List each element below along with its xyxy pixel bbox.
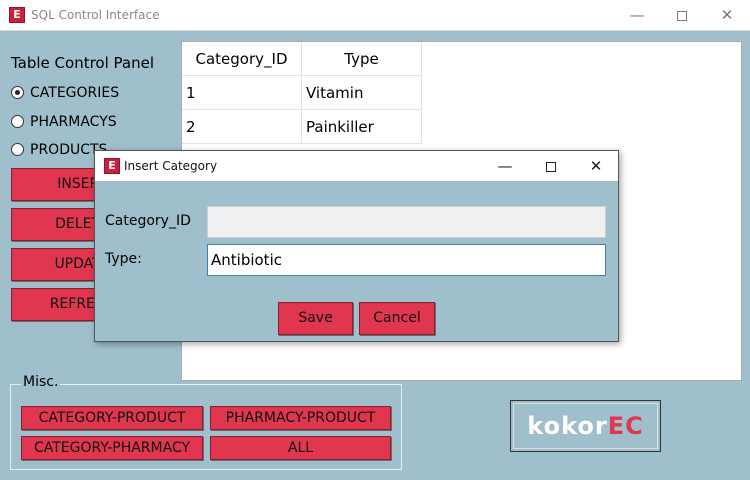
insert-category-dialog: E Insert Category — ✕ Category_ID Type: … — [94, 150, 619, 342]
close-icon: ✕ — [589, 157, 603, 175]
radio-label: CATEGORIES — [30, 85, 120, 101]
dialog-title: Insert Category — [124, 159, 218, 173]
dialog-app-icon: E — [104, 158, 120, 174]
radio-circle-icon — [11, 143, 24, 156]
dialog-close-button[interactable]: ✕ — [573, 151, 619, 181]
logo-text: kokorEC — [513, 403, 658, 449]
table-cell[interactable]: 1 — [182, 76, 302, 110]
window-titlebar: E SQL Control Interface — ✕ — [0, 0, 750, 31]
category-pharmacy-button[interactable]: CATEGORY-PHARMACY — [21, 436, 203, 460]
type-label: Type: — [105, 251, 142, 267]
category-id-label: Category_ID — [105, 213, 191, 229]
maximize-icon — [546, 161, 556, 172]
minimize-icon: — — [629, 6, 645, 24]
close-button[interactable]: ✕ — [704, 0, 750, 31]
table-cell[interactable]: 2 — [182, 110, 302, 144]
type-field[interactable]: Antibiotic — [207, 244, 606, 276]
category-product-button[interactable]: CATEGORY-PRODUCT — [21, 406, 203, 430]
table-cell[interactable]: Vitamin — [302, 76, 422, 110]
maximize-button[interactable] — [659, 0, 705, 31]
close-icon: ✕ — [720, 6, 734, 24]
dialog-maximize-button[interactable] — [528, 151, 574, 181]
radio-selected-dot — [15, 90, 20, 95]
logo: kokorEC — [510, 400, 661, 452]
app-icon: E — [9, 7, 25, 23]
logo-part2: EC — [607, 412, 644, 440]
panel-title: Table Control Panel — [11, 54, 155, 72]
radio-circle-icon — [11, 115, 24, 128]
save-button[interactable]: Save — [278, 302, 353, 335]
radio-circle-icon — [11, 86, 24, 99]
minimize-icon: — — [497, 157, 513, 175]
table-cell[interactable]: Painkiller — [302, 110, 422, 144]
radio-label: PHARMACYS — [30, 114, 117, 130]
window-title: SQL Control Interface — [31, 8, 160, 22]
column-header-category-id[interactable]: Category_ID — [182, 42, 302, 76]
dialog-minimize-button[interactable]: — — [482, 151, 528, 181]
all-button[interactable]: ALL — [210, 436, 391, 460]
minimize-button[interactable]: — — [614, 0, 660, 31]
maximize-icon — [677, 10, 687, 21]
column-header-type[interactable]: Type — [302, 42, 422, 76]
dialog-titlebar: E Insert Category — ✕ — [95, 151, 618, 181]
misc-label: Misc. — [21, 374, 61, 390]
category-id-field — [207, 206, 606, 238]
pharmacy-product-button[interactable]: PHARMACY-PRODUCT — [210, 406, 391, 430]
logo-part1: kokor — [527, 412, 608, 440]
cancel-button[interactable]: Cancel — [359, 302, 435, 335]
